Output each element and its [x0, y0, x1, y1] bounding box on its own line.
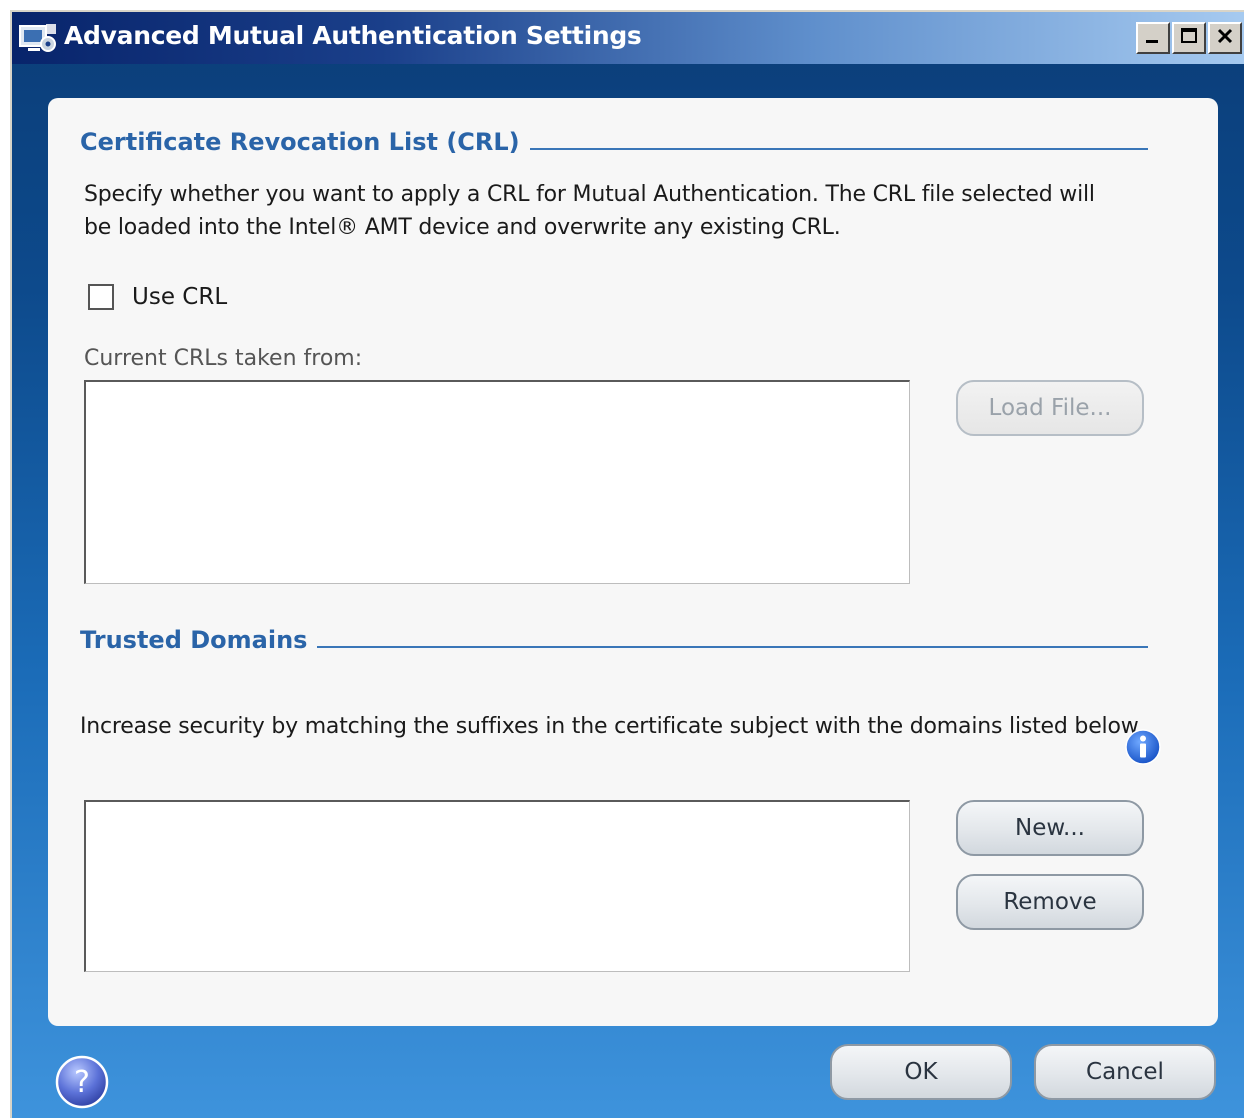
crl-description: Specify whether you want to apply a CRL … — [84, 182, 1095, 240]
svg-text:?: ? — [74, 1065, 90, 1100]
current-crls-label: Current CRLs taken from: — [84, 346, 363, 371]
new-domain-button[interactable]: New... — [956, 800, 1144, 856]
dialog-window: Advanced Mutual Authentication Settings … — [10, 10, 1244, 1118]
minimize-icon — [1143, 26, 1163, 50]
settings-panel: Certificate Revocation List (CRL) Specif… — [48, 98, 1218, 1026]
maximize-icon — [1179, 26, 1199, 50]
remove-domain-button[interactable]: Remove — [956, 874, 1144, 930]
cancel-button[interactable]: Cancel — [1034, 1044, 1216, 1100]
window-title: Advanced Mutual Authentication Settings — [64, 21, 642, 50]
ok-button[interactable]: OK — [830, 1044, 1012, 1100]
info-icon[interactable] — [1124, 728, 1162, 766]
minimize-button[interactable] — [1136, 22, 1170, 54]
domains-section-title: Trusted Domains — [80, 626, 318, 654]
settings-app-icon — [18, 22, 58, 56]
help-icon[interactable]: ? — [54, 1054, 110, 1110]
use-crl-label[interactable]: Use CRL — [132, 284, 227, 310]
title-bar[interactable]: Advanced Mutual Authentication Settings — [12, 12, 1244, 64]
crl-section-title: Certificate Revocation List (CRL) — [80, 128, 530, 156]
domains-description: Increase security by matching the suffix… — [80, 714, 1144, 739]
load-file-button[interactable]: Load File... — [956, 380, 1144, 436]
close-button[interactable] — [1208, 22, 1242, 54]
trusted-domains-list[interactable] — [84, 800, 910, 972]
use-crl-checkbox[interactable] — [88, 284, 114, 310]
close-icon — [1215, 26, 1235, 50]
maximize-button[interactable] — [1172, 22, 1206, 54]
current-crls-box[interactable] — [84, 380, 910, 584]
